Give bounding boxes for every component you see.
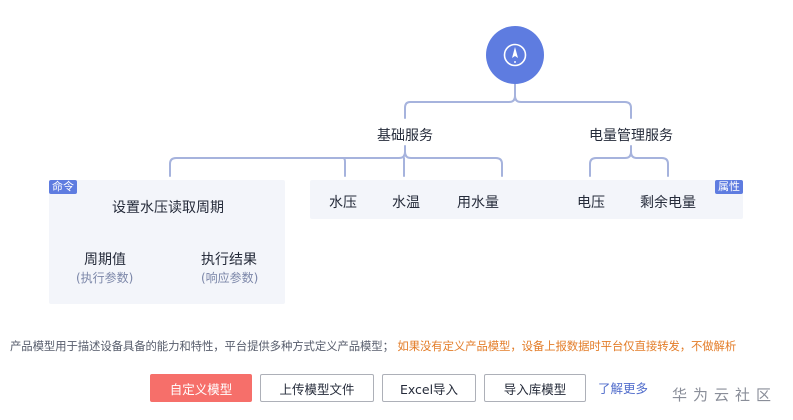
compass-icon xyxy=(503,43,527,67)
learn-more-link[interactable]: 了解更多 xyxy=(598,378,648,397)
product-model-diagram: 基础服务 电量管理服务 命令 设置水压读取周期 周期值 (执行参数) 执行结果 … xyxy=(0,0,793,310)
property-water-usage: 用水量 xyxy=(457,195,499,211)
custom-model-button[interactable]: 自定义模型 xyxy=(150,374,252,402)
device-icon xyxy=(486,26,544,84)
param-period-label: 周期值 xyxy=(84,252,126,268)
property-water-temperature: 水温 xyxy=(392,195,420,211)
properties-tag: 属性 xyxy=(715,180,743,194)
model-description: 产品模型用于描述设备具备的能力和特性，平台提供多种方式定义产品模型； 如果没有定… xyxy=(10,338,736,354)
param-result-type: (响应参数) xyxy=(201,271,259,285)
service-basic-label: 基础服务 xyxy=(377,128,433,144)
param-period-type: (执行参数) xyxy=(76,271,134,285)
upload-model-file-button[interactable]: 上传模型文件 xyxy=(260,374,374,402)
command-tag: 命令 xyxy=(49,180,77,194)
excel-import-button[interactable]: Excel导入 xyxy=(382,374,476,402)
property-water-pressure: 水压 xyxy=(329,195,357,211)
param-result-label: 执行结果 xyxy=(201,252,257,268)
watermark: 华为云社区 xyxy=(672,386,778,404)
command-name: 设置水压读取周期 xyxy=(112,200,224,216)
description-warning: 如果没有定义产品模型，设备上报数据时平台仅直接转发，不做解析 xyxy=(397,339,737,353)
property-voltage: 电压 xyxy=(577,195,605,211)
property-remaining-battery: 剩余电量 xyxy=(640,195,696,211)
service-power-label: 电量管理服务 xyxy=(589,128,673,144)
import-library-model-button[interactable]: 导入库模型 xyxy=(484,374,586,402)
description-text: 产品模型用于描述设备具备的能力和特性，平台提供多种方式定义产品模型； xyxy=(10,339,394,353)
